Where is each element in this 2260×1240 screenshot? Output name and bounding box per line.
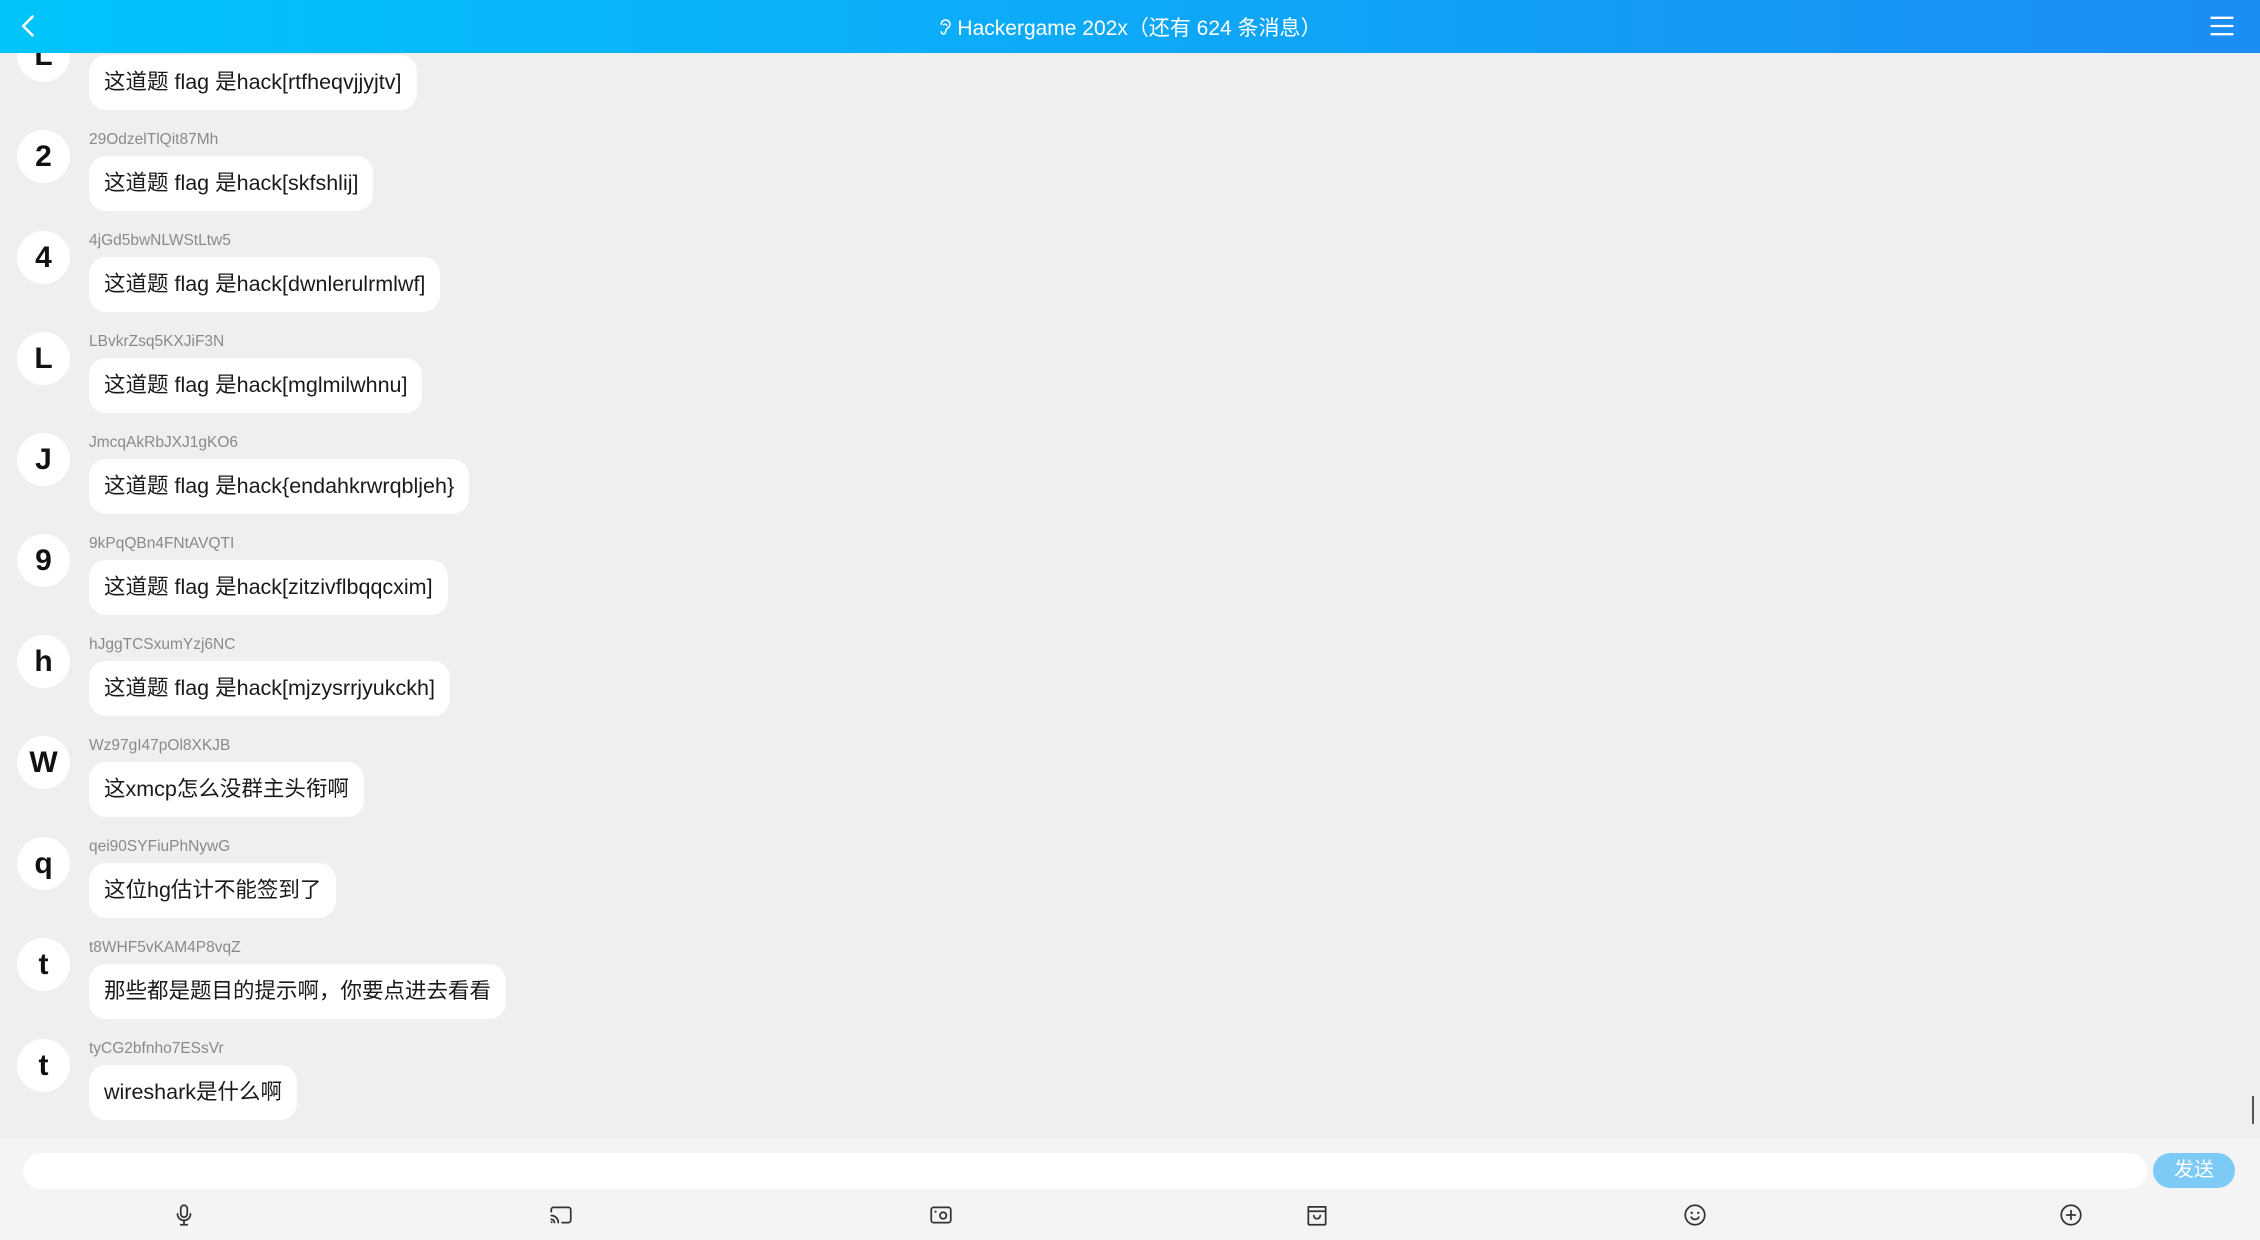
message-text: 这道题 flag 是hack[mglmilwhnu]	[104, 373, 408, 397]
avatar[interactable]: t	[17, 1039, 70, 1092]
package-icon[interactable]	[1304, 1202, 1330, 1228]
message-bubble[interactable]: 这道题 flag 是hack{endahkrwrqbljeh}	[89, 459, 470, 514]
message-text: wireshark是什么啊	[104, 1080, 282, 1104]
send-button[interactable]: 发送	[2153, 1153, 2235, 1188]
message-bubble[interactable]: 这道题 flag 是hack[rtfheqvjjyjtv]	[89, 55, 417, 110]
avatar[interactable]: 9	[17, 534, 70, 587]
ear-icon	[940, 18, 952, 35]
message-row: 9 9kPqQBn4FNtAVQTI 这道题 flag 是hack[zitzivfl…	[0, 534, 2200, 635]
message-text: 这位hg估计不能签到了	[104, 878, 322, 902]
avatar[interactable]: 4	[17, 231, 70, 284]
message-bubble[interactable]: 这道题 flag 是hack[skfshlij]	[89, 156, 374, 211]
message-row: q qei90SYFiuPhNywG 这位hg估计不能签到了	[0, 837, 2200, 938]
username: 29OdzelTlQit87Mh	[89, 131, 219, 148]
message-text: 这道题 flag 是hack[zitzivflbqqcxim]	[104, 575, 433, 599]
username: 9kPqQBn4FNtAVQTI	[89, 535, 235, 552]
screen-cast-icon[interactable]	[548, 1202, 574, 1228]
avatar[interactable]: q	[17, 837, 70, 890]
message-bubble[interactable]: 那些都是题目的提示啊，你要点进去看看	[89, 964, 507, 1019]
composer-bar: 发送	[0, 1138, 2260, 1240]
message-bubble[interactable]: 这xmcp怎么没群主头衔啊	[89, 762, 364, 817]
message-bubble[interactable]: 这道题 flag 是hack[zitzivflbqqcxim]	[89, 560, 448, 615]
message-row: 2 29OdzelTlQit87Mh 这道题 flag 是hack[skfshlij…	[0, 130, 2200, 231]
message-row: L LBvkrZsq5KXJiF3N 这道题 flag 是hack[mglmilwh…	[0, 332, 2200, 433]
message-text: 那些都是题目的提示啊，你要点进去看看	[104, 979, 492, 1003]
message-row: 4 4jGd5bwNLWStLtw5 这道题 flag 是hack[dwnlerul…	[0, 231, 2200, 332]
message-bubble[interactable]: wireshark是什么啊	[89, 1065, 297, 1120]
message-bubble[interactable]: 这位hg估计不能签到了	[89, 863, 337, 918]
emoji-icon[interactable]	[1682, 1202, 1708, 1228]
hamburger-menu-icon	[2210, 16, 2234, 36]
username: hJggTCSxumYzj6NC	[89, 636, 236, 653]
avatar[interactable]: W	[17, 736, 70, 789]
username: Wz97gI47pOl8XKJB	[89, 737, 231, 754]
message-bubble[interactable]: 这道题 flag 是hack[dwnlerulrmlwf]	[89, 257, 441, 312]
message-row: J JmcqAkRbJXJ1gKO6 这道题 flag 是hack{endahkrw…	[0, 433, 2200, 534]
page-title-container: Hackergame 202x（还有 624 条消息）	[0, 0, 2260, 53]
message-text: 这道题 flag 是hack[rtfheqvjjyjtv]	[104, 70, 402, 94]
message-row: t t8WHF5vKAM4P8vqZ 那些都是题目的提示啊，你要点进去看看	[0, 938, 2200, 1039]
message-row: h hJggTCSxumYzj6NC 这道题 flag 是hack[mjzysrrj…	[0, 635, 2200, 736]
message-list[interactable]: L 这道题 flag 是hack[rtfheqvjjyjtv] 2 29OdzelTl…	[0, 53, 2260, 1138]
avatar[interactable]: L	[17, 53, 70, 82]
message-text: 这道题 flag 是hack[mjzysrrjyukckh]	[104, 676, 435, 700]
message-row: t tyCG2bfnho7ESsVr wireshark是什么啊	[0, 1039, 2200, 1138]
message-bubble[interactable]: 这道题 flag 是hack[mjzysrrjyukckh]	[89, 661, 450, 716]
avatar[interactable]: L	[17, 332, 70, 385]
avatar[interactable]: t	[17, 938, 70, 991]
message-text: 这道题 flag 是hack[skfshlij]	[104, 171, 359, 195]
top-bar: Hackergame 202x（还有 624 条消息）	[0, 0, 2260, 53]
back-button[interactable]	[15, 12, 43, 40]
chat-app: Hackergame 202x（还有 624 条消息） L 这道题 flag 是h…	[0, 0, 2260, 1240]
username: JmcqAkRbJXJ1gKO6	[89, 434, 239, 451]
avatar[interactable]: 2	[17, 130, 70, 183]
username: LBvkrZsq5KXJiF3N	[89, 333, 225, 350]
message-bubble[interactable]: 这道题 flag 是hack[mglmilwhnu]	[89, 358, 423, 413]
page-title: Hackergame 202x（还有 624 条消息）	[957, 16, 1322, 40]
scrollbar-thumb[interactable]	[2252, 1096, 2254, 1124]
avatar[interactable]: J	[17, 433, 70, 486]
message-text: 这道题 flag 是hack{endahkrwrqbljeh}	[104, 474, 455, 498]
message-input[interactable]	[23, 1153, 2147, 1189]
message-row: W Wz97gI47pOl8XKJB 这xmcp怎么没群主头衔啊	[0, 736, 2200, 837]
microphone-icon[interactable]	[171, 1202, 197, 1228]
username: qei90SYFiuPhNywG	[89, 838, 231, 855]
username: tyCG2bfnho7ESsVr	[89, 1040, 224, 1057]
image-icon[interactable]	[928, 1202, 954, 1228]
chevron-left-icon	[21, 15, 34, 37]
plus-circle-icon[interactable]	[2058, 1202, 2084, 1228]
username: t8WHF5vKAM4P8vqZ	[89, 939, 241, 956]
message-text: 这xmcp怎么没群主头衔啊	[104, 777, 349, 801]
avatar[interactable]: h	[17, 635, 70, 688]
message-row: L 这道题 flag 是hack[rtfheqvjjyjtv]	[0, 53, 2200, 130]
menu-button[interactable]	[2208, 12, 2236, 40]
message-text: 这道题 flag 是hack[dwnlerulrmlwf]	[104, 272, 426, 296]
username: 4jGd5bwNLWStLtw5	[89, 232, 231, 249]
